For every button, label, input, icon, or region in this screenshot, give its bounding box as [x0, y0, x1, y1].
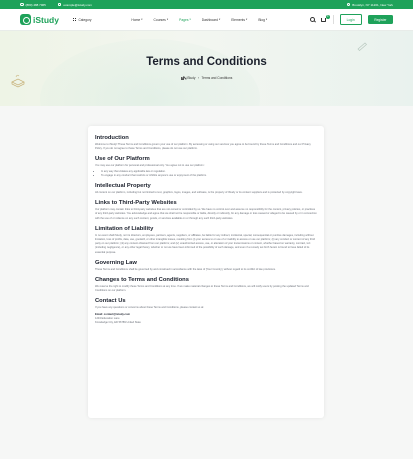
page-hero: Terms and Conditions iStudy › Terms and …: [0, 31, 413, 106]
category-menu[interactable]: Category: [72, 17, 92, 22]
breadcrumb-separator-icon: ›: [197, 76, 200, 80]
section-title-ip: Intellectual Property: [95, 183, 151, 190]
topbar-email[interactable]: example@istudy.com: [57, 2, 92, 7]
primary-menu: Home ▾ Courses ▾ Pages ▾ Dashboard ▾ Element…: [131, 18, 267, 22]
breadcrumb-home[interactable]: iStudy: [187, 76, 196, 80]
section-text-changes: We reserve the right to modify these Ter…: [95, 285, 309, 293]
location-pin-icon: [346, 2, 351, 7]
menu-item-label: Pages: [179, 17, 189, 22]
section-title-links: Links to Third-Party Websites: [95, 200, 177, 207]
section-text-use: You may use our platform for personal an…: [95, 164, 205, 168]
cart-icon: [321, 18, 327, 22]
top-bar: (880) 488 7965 example@istudy.com Brookl…: [0, 0, 413, 9]
section-text-links: Our platform may contain links to third-…: [95, 208, 317, 220]
register-button[interactable]: Register: [367, 15, 393, 24]
cart-button[interactable]: 0: [321, 14, 330, 22]
category-label: Category: [78, 17, 92, 22]
chevron-down-icon: ▾: [246, 18, 248, 21]
menu-item-dashboard[interactable]: Dashboard ▾: [202, 18, 220, 22]
breadcrumb: iStudy › Terms and Conditions: [0, 76, 413, 80]
section-title-changes: Changes to Terms and Conditions: [95, 277, 189, 284]
menu-item-blog[interactable]: Blog ▾: [258, 18, 267, 22]
home-icon: [180, 76, 185, 80]
breadcrumb-current: Terms and Conditions: [201, 76, 233, 80]
phone-icon: [20, 2, 24, 7]
menu-item-elements[interactable]: Elements ▾: [231, 18, 247, 22]
mail-icon: [57, 2, 62, 7]
section-text-ip: All content on our platform, including b…: [95, 191, 303, 195]
nav-actions: 0 Login Register: [310, 14, 393, 25]
section-title-liability: Limitation of Liability: [95, 225, 154, 232]
chevron-down-icon: ▾: [189, 18, 191, 21]
chevron-down-icon: ▾: [218, 18, 221, 21]
chevron-down-icon: ▾: [265, 18, 268, 21]
terms-content-card: Introduction Welcome to iStudy! These Te…: [88, 126, 324, 418]
topbar-location: Brooklyn, NY 11201, New York: [346, 2, 393, 7]
cart-count-badge: 0: [325, 14, 330, 19]
menu-item-home[interactable]: Home ▾: [131, 18, 142, 22]
menu-item-courses[interactable]: Courses ▾: [154, 18, 169, 22]
menu-item-label: Blog: [258, 17, 265, 22]
section-title-introduction: Introduction: [95, 135, 129, 141]
section-title-use: Use of Our Platform: [95, 156, 150, 163]
section-title-law: Governing Law: [95, 259, 137, 266]
main-navbar: iStudy Category Home ▾ Courses ▾ Pages ▾ Da…: [0, 9, 413, 31]
list-item: To engage in any conduct that restricts …: [101, 174, 317, 178]
pencil-illustration-icon: [357, 42, 368, 51]
grid-icon: [72, 17, 77, 22]
page-title: Terms and Conditions: [146, 56, 267, 68]
chevron-down-icon: ▾: [141, 18, 143, 21]
search-icon[interactable]: [310, 17, 316, 22]
menu-item-label: Elements: [231, 17, 245, 22]
logo-text: iStudy: [33, 14, 59, 25]
use-restrictions-list: In any way that violates any applicable …: [95, 170, 317, 178]
topbar-phone-text: (880) 488 7965: [25, 2, 46, 7]
contact-address-line: Knowledge City, ED 56789 United State: [95, 321, 141, 325]
topbar-email-text: example@istudy.com: [63, 2, 92, 7]
logo-icon: [20, 14, 31, 25]
topbar-phone[interactable]: (880) 488 7965: [20, 3, 46, 7]
login-button[interactable]: Login: [339, 14, 362, 25]
chevron-down-icon: ▾: [166, 18, 169, 21]
menu-item-pages[interactable]: Pages ▾: [179, 18, 191, 22]
section-text-liability: In no event shall iStudy, nor its direct…: [95, 233, 315, 254]
menu-item-label: Home: [131, 17, 141, 22]
section-text-law: These Terms and Conditions shall be gove…: [95, 267, 276, 271]
topbar-location-text: Brooklyn, NY 11201, New York: [352, 2, 393, 7]
section-text-introduction: Welcome to iStudy! These Terms and Condi…: [95, 143, 311, 151]
menu-item-label: Dashboard: [201, 17, 218, 22]
divider: [333, 15, 334, 24]
site-logo[interactable]: iStudy: [20, 14, 59, 25]
menu-item-label: Courses: [153, 17, 166, 22]
section-text-contact: If you have any questions or concerns ab…: [95, 306, 204, 310]
section-title-contact: Contact Us: [95, 298, 126, 305]
